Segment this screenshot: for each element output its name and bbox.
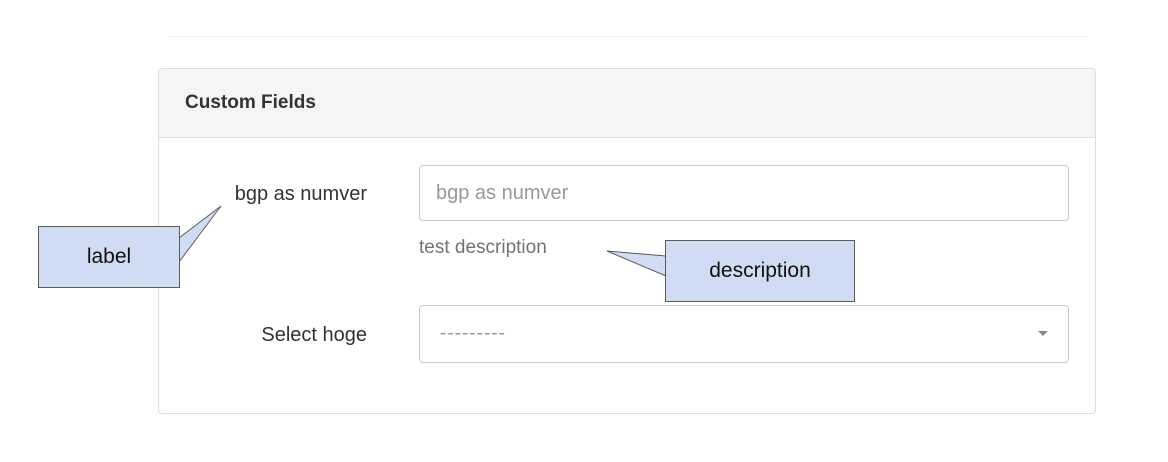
bgp-input[interactable] [419, 165, 1069, 221]
custom-fields-panel: Custom Fields bgp as numver test descrip… [158, 68, 1096, 414]
bgp-field-description: test description [419, 237, 547, 258]
select-hoge-dropdown[interactable]: --------- [419, 305, 1069, 363]
panel-title: Custom Fields [185, 92, 316, 113]
description-callout: description [665, 240, 855, 302]
select-hoge-label: Select hoge [261, 324, 367, 346]
description-callout-text: description [709, 259, 811, 282]
label-callout: label [38, 226, 180, 288]
label-callout-text: label [86, 245, 132, 268]
panel-heading: Custom Fields [159, 69, 1095, 138]
select-hoge-value: --------- [440, 323, 506, 344]
top-divider [168, 36, 1088, 37]
bgp-field-label: bgp as numver [234, 183, 367, 205]
caret-down-icon[interactable] [1038, 331, 1048, 336]
